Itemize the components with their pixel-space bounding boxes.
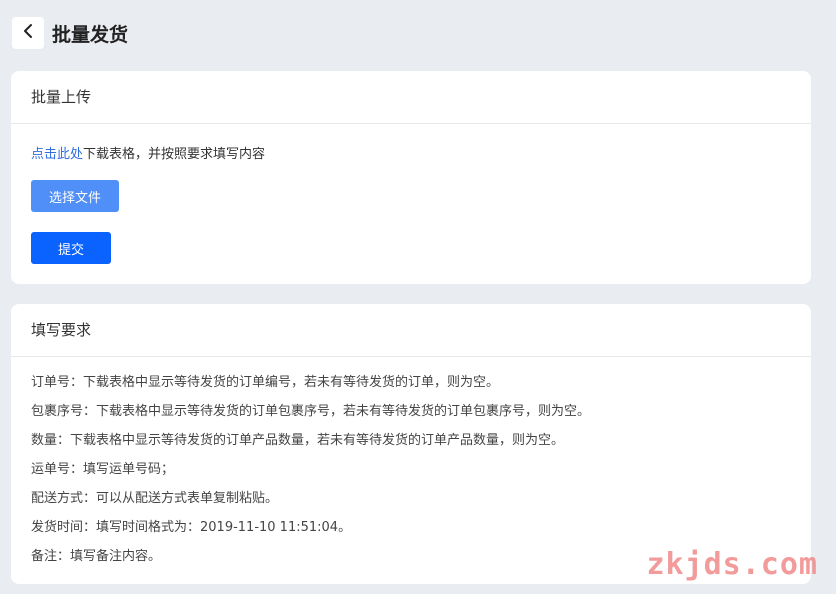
requirements-card: 填写要求 订单号：下载表格中显示等待发货的订单编号，若未有等待发货的订单，则为空…	[11, 304, 811, 584]
submit-button[interactable]: 提交	[31, 232, 111, 264]
download-hint-text: 下载表格，并按照要求填写内容	[83, 147, 266, 162]
back-button[interactable]	[12, 17, 44, 49]
site-watermark: zkjds.com	[646, 547, 818, 582]
requirements-list: 订单号：下载表格中显示等待发货的订单编号，若未有等待发货的订单，则为空。 包裹序…	[31, 374, 590, 577]
download-template-link[interactable]: 点击此处	[31, 147, 83, 162]
chevron-left-icon	[21, 23, 35, 43]
list-item: 运单号：填写运单号码；	[31, 462, 175, 477]
list-item: 包裹序号：下载表格中显示等待发货的订单包裹序号，若未有等待发货的订单包裹序号，则…	[31, 404, 591, 419]
list-item: 数量：下载表格中显示等待发货的订单产品数量，若未有等待发货的订单产品数量，则为空…	[31, 433, 565, 448]
batch-upload-card: 批量上传 点击此处下载表格，并按照要求填写内容 选择文件 提交	[11, 71, 811, 284]
select-file-button[interactable]: 选择文件	[31, 180, 119, 212]
batch-upload-title: 批量上传	[11, 71, 811, 124]
list-item: 发货时间：填写时间格式为：2019-11-10 11:51:04。	[31, 520, 352, 535]
page-header: 批量发货	[12, 16, 128, 50]
list-item: 配送方式：可以从配送方式表单复制粘贴。	[31, 491, 279, 506]
requirements-title: 填写要求	[11, 304, 811, 357]
list-item: 订单号：下载表格中显示等待发货的订单编号，若未有等待发货的订单，则为空。	[31, 375, 500, 390]
download-hint: 点击此处下载表格，并按照要求填写内容	[31, 143, 265, 162]
page-title: 批量发货	[52, 23, 129, 46]
list-item: 备注：填写备注内容。	[31, 549, 162, 564]
